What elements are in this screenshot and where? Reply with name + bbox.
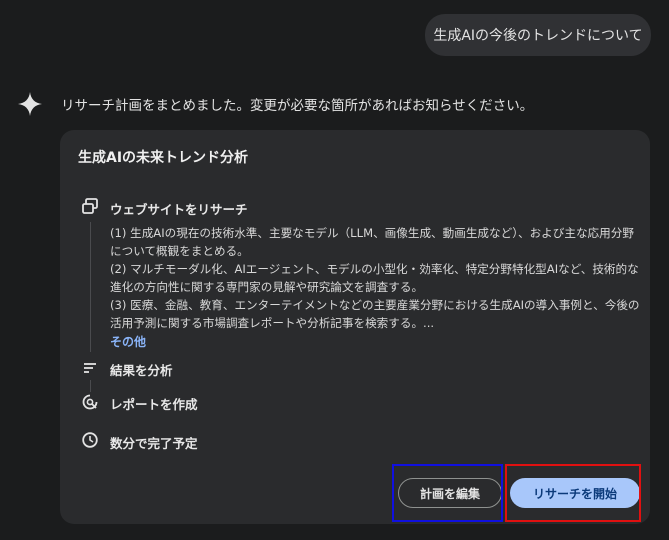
step-eta-label: 数分で完了予定 (110, 436, 198, 451)
show-more-link[interactable]: その他 (110, 333, 146, 350)
gemini-spark-icon (18, 92, 42, 116)
clock-icon (82, 432, 98, 448)
step-connector-line (90, 222, 91, 352)
user-message-text: 生成AIの今後のトレンドについて (433, 28, 643, 44)
research-item: (3) 医療、金融、教育、エンターテイメントなどの主要産業分野における生成AIの… (110, 298, 640, 330)
step-browse-label: ウェブサイトをリサーチ (110, 202, 248, 217)
step-analyze-label: 結果を分析 (110, 363, 173, 378)
analyze-icon (84, 363, 96, 373)
user-message-bubble: 生成AIの今後のトレンドについて (425, 14, 651, 56)
step-report-label: レポートを作成 (110, 397, 198, 412)
highlight-box-edit (392, 464, 503, 522)
step-connector-line (90, 380, 91, 392)
browse-icon (82, 198, 98, 214)
research-items: (1) 生成AIの現在の技術水準、主要なモデル（LLM、画像生成、動画生成など）… (110, 224, 640, 332)
report-icon (82, 394, 98, 410)
plan-title: 生成AIの未来トレンド分析 (78, 150, 249, 166)
assistant-intro-text: リサーチ計画をまとめました。変更が必要な箇所があればお知らせください。 (61, 98, 534, 114)
research-item: (2) マルチモーダル化、AIエージェント、モデルの小型化・効率化、特定分野特化… (110, 262, 639, 294)
research-item: (1) 生成AIの現在の技術水準、主要なモデル（LLM、画像生成、動画生成など）… (110, 226, 634, 258)
highlight-box-start (505, 464, 641, 522)
